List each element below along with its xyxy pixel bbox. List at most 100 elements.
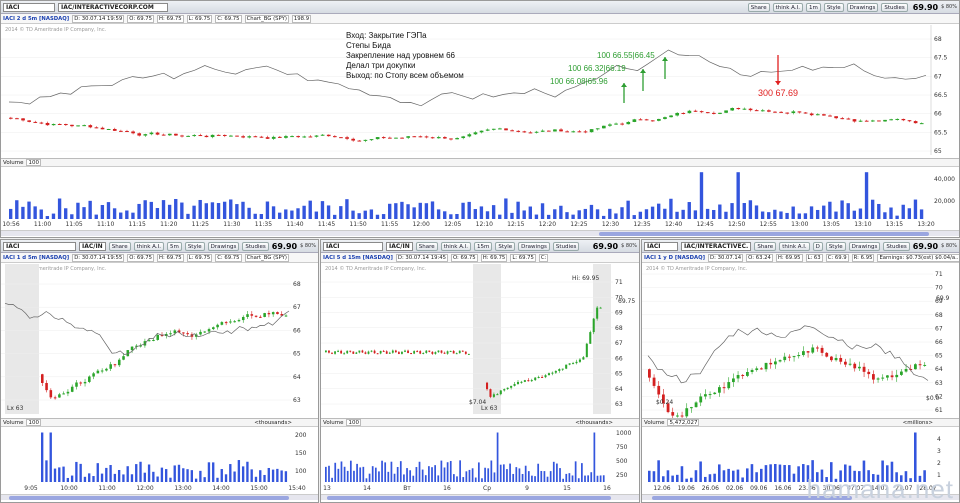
top-candle	[577, 131, 582, 133]
p2-flat-candle	[328, 350, 330, 353]
p3-candle	[816, 347, 819, 349]
p1-volume-bar	[117, 469, 121, 482]
p1-volume-bar	[96, 463, 99, 482]
p1-candle	[271, 312, 275, 315]
comparison-value: 198.9	[291, 14, 312, 23]
p1-last-price: 69.90	[271, 241, 298, 251]
top-candle	[510, 130, 514, 132]
p1-price-chart[interactable]: 68 67 66 65 64 63 Lx 63	[1, 264, 319, 414]
p3-volume-bar	[690, 477, 693, 482]
main-price-chart[interactable]: 68 67.5 67 66.5 66 65.5 65	[1, 25, 960, 155]
top-candle	[712, 112, 716, 114]
top-time-tick-label: 12:35	[633, 221, 650, 228]
symbol-input[interactable]: IACI	[3, 2, 55, 12]
p3-drawings-button[interactable]: Drawings	[848, 241, 881, 251]
p2-timeframe-button[interactable]: 15m	[473, 241, 493, 251]
top-time-tick-label: 11:40	[286, 221, 303, 228]
p1-drawings-button[interactable]: Drawings	[207, 241, 240, 251]
p1-symbol-input[interactable]: IACI	[3, 241, 76, 251]
p2-candle	[585, 343, 588, 358]
p2-drawings-button[interactable]: Drawings	[518, 241, 550, 251]
p2-think-ai-button[interactable]: think A.I.	[440, 241, 471, 251]
top-candle	[699, 111, 704, 113]
p3-volume-bar	[657, 460, 660, 482]
top-candle	[815, 114, 820, 116]
drawings-button[interactable]: Drawings	[846, 2, 879, 12]
top-candle	[333, 136, 337, 138]
p2-volume-bar	[331, 477, 333, 482]
p2-studies-button[interactable]: Studies	[552, 241, 580, 251]
p1-scrollbar[interactable]	[1, 494, 318, 500]
top-candle	[883, 119, 887, 122]
p2-flat-candle	[434, 352, 437, 354]
p3-symbol-input[interactable]: IACI	[644, 241, 678, 251]
main-scrollbar[interactable]	[1, 230, 959, 236]
p2-volume-bar	[487, 468, 490, 482]
p1-volume-bar	[113, 473, 117, 482]
p1-share-button[interactable]: Share	[108, 241, 131, 251]
top-time-tick-label: 13:20	[917, 221, 934, 228]
p1-volume-bar	[182, 468, 185, 482]
top-volume-bar	[608, 208, 612, 219]
p1-volume-bar	[66, 477, 70, 482]
p2-time-tick-label: 14	[363, 485, 371, 492]
p2-flat-candle	[413, 351, 416, 354]
p1-volume-bar	[83, 476, 87, 482]
p1-studies-button[interactable]: Studies	[242, 241, 269, 251]
top-candle	[657, 118, 661, 121]
top-candle	[241, 136, 245, 138]
p3-candle	[722, 387, 726, 389]
p1-volume-chart[interactable]: 200 150 100	[1, 427, 319, 482]
p3-earnings: Earnings: $0.73(est) $0.04/a...	[877, 253, 959, 262]
p1-timeframe-button[interactable]: 5m	[166, 241, 182, 251]
style-button[interactable]: Style	[823, 2, 844, 12]
p1-volume-bar	[233, 471, 236, 482]
top-candle	[540, 130, 545, 132]
top-volume-bar	[149, 201, 153, 219]
top-volume-bar	[705, 208, 710, 219]
top-time-tick-label: 10:56	[2, 221, 19, 228]
timeframe-button[interactable]: 1m	[805, 2, 821, 12]
p2-scroll-thumb[interactable]	[327, 496, 611, 500]
top-volume-bar	[21, 206, 25, 219]
p3-think-ai-button[interactable]: think A.I.	[779, 241, 810, 251]
p1-price-tick-label: 66	[293, 327, 301, 334]
p1-scroll-thumb[interactable]	[9, 496, 289, 500]
p3-volume-bar	[662, 476, 665, 482]
buy-label-2: 100 66.32|66.19	[568, 64, 626, 73]
p1-think-ai-button[interactable]: think A.I.	[133, 241, 164, 251]
p2-share-button[interactable]: Share	[415, 241, 438, 251]
p2-volume-chart[interactable]: 1000 750 500 250	[321, 427, 640, 482]
top-volume-bar	[681, 209, 685, 219]
p2-flat-candle	[455, 353, 458, 355]
p3-timeframe-button[interactable]: D	[812, 241, 823, 251]
p3-studies-button[interactable]: Studies	[883, 241, 910, 251]
p2-flat-candle	[416, 351, 419, 353]
p1-style-button[interactable]: Style	[184, 241, 205, 251]
p3-style-button[interactable]: Style	[825, 241, 846, 251]
p2-scrollbar[interactable]	[321, 494, 639, 500]
p3-share-button[interactable]: Share	[754, 241, 777, 251]
top-volume-bar	[540, 203, 545, 219]
p1-volume-bar	[207, 462, 211, 482]
p1-candle	[100, 370, 104, 372]
p3-volume-bar	[676, 474, 679, 482]
main-volume-chart[interactable]: 40,000 20,000	[1, 167, 960, 219]
think-ai-button[interactable]: think A.I.	[772, 2, 803, 12]
p2-volume-bar	[502, 464, 505, 482]
p2-flat-candle	[428, 350, 431, 352]
p2-price-chart[interactable]: 717069686766656463Hi: 69.9569.75Lx 63$7.…	[321, 264, 640, 414]
scroll-thumb[interactable]	[599, 232, 929, 236]
p2-candle	[589, 332, 592, 344]
studies-button[interactable]: Studies	[881, 2, 908, 12]
p1-volume-bar	[284, 471, 288, 482]
top-volume-bar	[522, 210, 526, 219]
p1-volume-bar	[169, 477, 172, 482]
p2-volume-bar	[346, 470, 349, 482]
top-candle	[375, 137, 380, 140]
share-button[interactable]: Share	[747, 2, 770, 12]
p1-volume-bar	[58, 467, 61, 482]
p2-symbol-input[interactable]: IACI	[323, 241, 383, 251]
p3-price-chart[interactable]: 7170696867666564636261$0.24$0.069.9	[642, 264, 960, 421]
p2-style-button[interactable]: Style	[495, 241, 516, 251]
